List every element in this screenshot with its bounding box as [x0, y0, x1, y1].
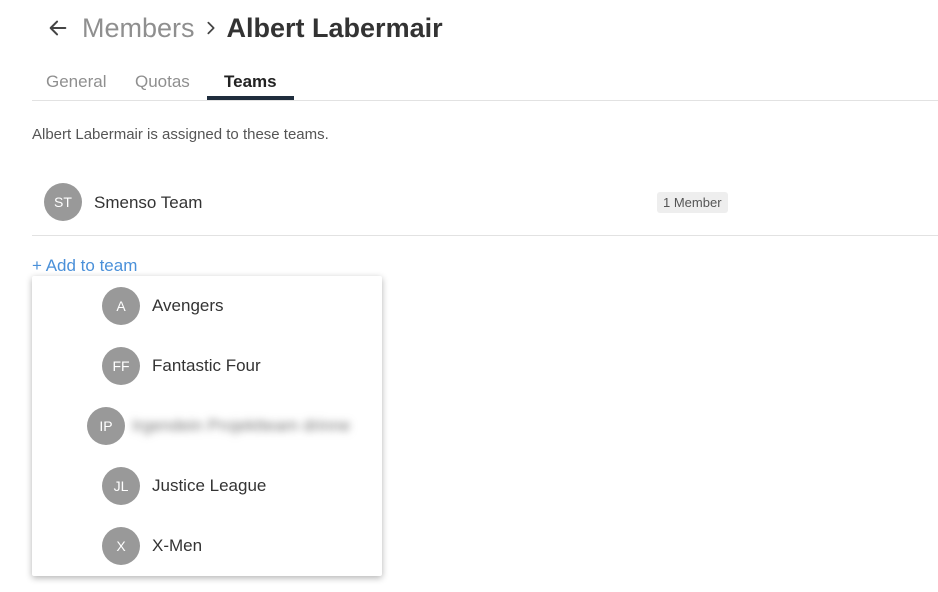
menu-item-label: Justice League [152, 476, 267, 495]
add-to-team-link[interactable]: + Add to team [32, 256, 137, 276]
avatar: A [102, 287, 140, 325]
menu-item-justice-league[interactable]: JL Justice League [32, 456, 382, 516]
menu-item-label: Avengers [152, 296, 224, 315]
avatar: ST [44, 183, 82, 221]
intro-text: Albert Labermair is assigned to these te… [32, 126, 329, 143]
tab-quotas[interactable]: Quotas [135, 72, 190, 92]
page-header: Members Albert Labermair [44, 8, 443, 48]
menu-item-blurred-team[interactable]: IP Irgendein Projektteam drinne [32, 396, 382, 456]
avatar: IP [87, 407, 125, 445]
arrow-left-icon [49, 20, 67, 36]
chevron-right-icon [199, 16, 223, 40]
avatar: X [102, 527, 140, 565]
menu-item-x-men[interactable]: X X-Men [32, 516, 382, 576]
menu-item-label: X-Men [152, 536, 203, 555]
menu-item-label: Irgendein Projektteam drinne [132, 416, 351, 435]
page-title: Albert Labermair [226, 12, 443, 43]
team-dropdown-menu: A Avengers FF Fantastic Four IP Irgendei… [32, 276, 382, 576]
avatar: FF [102, 347, 140, 385]
team-name: Smenso Team [94, 193, 203, 212]
tab-general[interactable]: General [46, 72, 106, 92]
back-button[interactable] [44, 14, 72, 42]
tab-bar: General Quotas Teams [32, 64, 938, 101]
breadcrumb-members[interactable]: Members [82, 13, 195, 44]
menu-item-label: Fantastic Four [152, 356, 261, 375]
menu-item-fantastic-four[interactable]: FF Fantastic Four [32, 336, 382, 396]
team-row[interactable]: ST Smenso Team 1 Member [32, 172, 938, 236]
avatar: JL [102, 467, 140, 505]
tab-teams[interactable]: Teams [224, 72, 277, 92]
active-tab-indicator [207, 96, 294, 100]
menu-item-avengers[interactable]: A Avengers [32, 276, 382, 336]
member-count-badge: 1 Member [657, 192, 728, 213]
